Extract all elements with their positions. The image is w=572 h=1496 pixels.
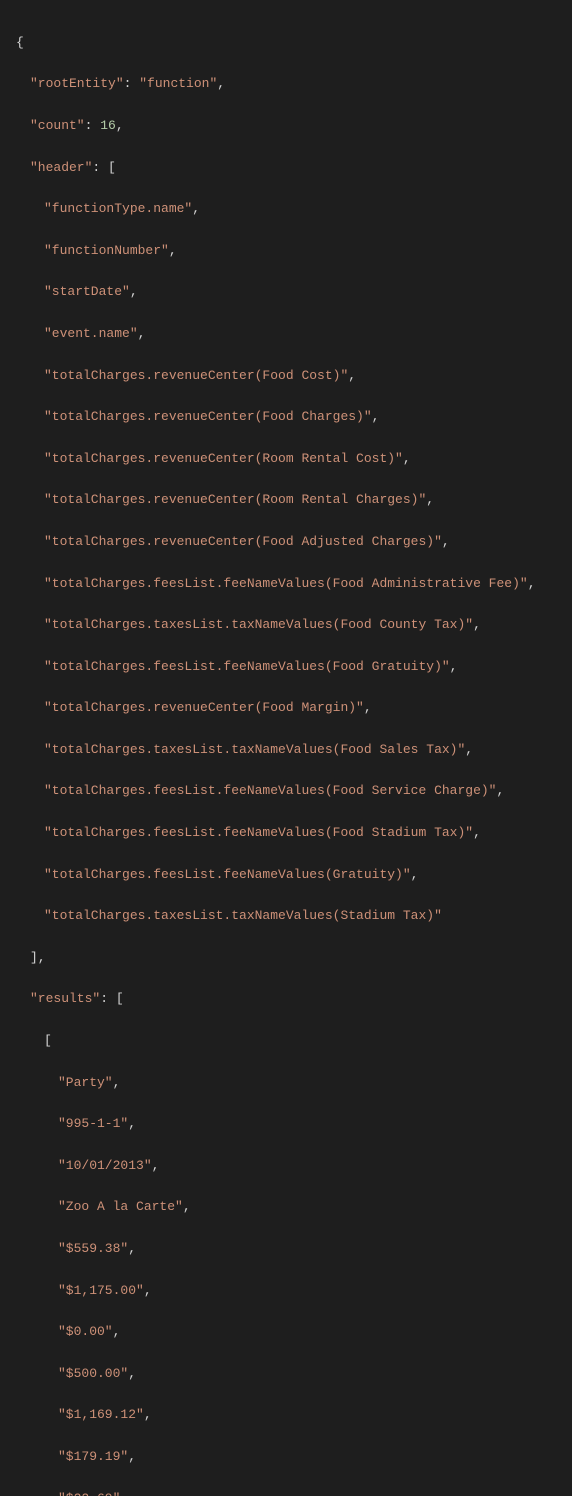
key-rootEntity: "rootEntity" <box>30 76 124 91</box>
header-foodCharges: "totalCharges.revenueCenter(Food Charges… <box>44 409 372 424</box>
r1-number: "995-1-1" <box>58 1116 128 1131</box>
line-h11: "totalCharges.taxesList.taxNameValues(Fo… <box>16 615 556 636</box>
line-h15: "totalCharges.feesList.feeNameValues(Foo… <box>16 781 556 802</box>
header-stadiumTax: "totalCharges.feesList.feeNameValues(Foo… <box>44 825 473 840</box>
line-h13: "totalCharges.revenueCenter(Food Margin)… <box>16 698 556 719</box>
header-functionType: "functionType.name" <box>44 201 192 216</box>
line-r1-2: "995-1-1", <box>16 1114 556 1135</box>
header-stadiumTax2: "totalCharges.taxesList.taxNameValues(St… <box>44 908 442 923</box>
header-countyTax: "totalCharges.taxesList.taxNameValues(Fo… <box>44 617 473 632</box>
header-foodAdjusted: "totalCharges.revenueCenter(Food Adjuste… <box>44 534 442 549</box>
header-roomRentalCost: "totalCharges.revenueCenter(Room Rental … <box>44 451 403 466</box>
line-h12: "totalCharges.feesList.feeNameValues(Foo… <box>16 657 556 678</box>
open-brace: { <box>16 35 24 50</box>
header-serviceCharge: "totalCharges.feesList.feeNameValues(Foo… <box>44 783 496 798</box>
line-row1-open: [ <box>16 1031 556 1052</box>
line-h8: "totalCharges.revenueCenter(Room Rental … <box>16 490 556 511</box>
line-h18: "totalCharges.taxesList.taxNameValues(St… <box>16 906 556 927</box>
line-r1-11: "$22.69", <box>16 1489 556 1496</box>
line-h7: "totalCharges.revenueCenter(Room Rental … <box>16 449 556 470</box>
header-foodMargin: "totalCharges.revenueCenter(Food Margin)… <box>44 700 364 715</box>
header-adminFee: "totalCharges.feesList.feeNameValues(Foo… <box>44 576 528 591</box>
header-gratuity: "totalCharges.feesList.feeNameValues(Gra… <box>44 867 411 882</box>
header-functionNumber: "functionNumber" <box>44 243 169 258</box>
r1-v6: "$179.19" <box>58 1449 128 1464</box>
r1-v2: "$1,175.00" <box>58 1283 144 1298</box>
line-h3: "startDate", <box>16 282 556 303</box>
line-r1-6: "$1,175.00", <box>16 1281 556 1302</box>
line-r1-5: "$559.38", <box>16 1239 556 1260</box>
line-r1-4: "Zoo A la Carte", <box>16 1197 556 1218</box>
header-eventName: "event.name" <box>44 326 138 341</box>
header-foodGratuity: "totalCharges.feesList.feeNameValues(Foo… <box>44 659 450 674</box>
line-h17: "totalCharges.feesList.feeNameValues(Gra… <box>16 865 556 886</box>
r1-v1: "$559.38" <box>58 1241 128 1256</box>
line-r1-1: "Party", <box>16 1073 556 1094</box>
line-r1-10: "$179.19", <box>16 1447 556 1468</box>
line-h14: "totalCharges.taxesList.taxNameValues(Fo… <box>16 740 556 761</box>
r1-date: "10/01/2013" <box>58 1158 152 1173</box>
val-rootEntity: "function" <box>139 76 217 91</box>
line-r1-8: "$500.00", <box>16 1364 556 1385</box>
line-h9: "totalCharges.revenueCenter(Food Adjuste… <box>16 532 556 553</box>
key-header: "header" <box>30 160 92 175</box>
line-results: "results": [ <box>16 989 556 1010</box>
val-count: 16 <box>100 118 116 133</box>
header-roomRentalCharges: "totalCharges.revenueCenter(Room Rental … <box>44 492 426 507</box>
line-count: "count": 16, <box>16 116 556 137</box>
r1-v7: "$22.69" <box>58 1491 120 1496</box>
line-header: "header": [ <box>16 158 556 179</box>
header-startDate: "startDate" <box>44 284 130 299</box>
line-h4: "event.name", <box>16 324 556 345</box>
key-results: "results" <box>30 991 100 1006</box>
line-r1-7: "$0.00", <box>16 1322 556 1343</box>
line-h6: "totalCharges.revenueCenter(Food Charges… <box>16 407 556 428</box>
line-h1: "functionType.name", <box>16 199 556 220</box>
r1-v4: "$500.00" <box>58 1366 128 1381</box>
line-r1-3: "10/01/2013", <box>16 1156 556 1177</box>
r1-type: "Party" <box>58 1075 113 1090</box>
line-root-entity: "rootEntity": "function", <box>16 74 556 95</box>
line-h5: "totalCharges.revenueCenter(Food Cost)", <box>16 366 556 387</box>
r1-event: "Zoo A la Carte" <box>58 1199 183 1214</box>
json-viewer: { "rootEntity": "function", "count": 16,… <box>16 12 556 1496</box>
line-header-close: ], <box>16 948 556 969</box>
line-h10: "totalCharges.feesList.feeNameValues(Foo… <box>16 574 556 595</box>
key-count: "count" <box>30 118 85 133</box>
r1-v3: "$0.00" <box>58 1324 113 1339</box>
r1-v5: "$1,169.12" <box>58 1407 144 1422</box>
line-r1-9: "$1,169.12", <box>16 1405 556 1426</box>
line-h2: "functionNumber", <box>16 241 556 262</box>
header-salesTax: "totalCharges.taxesList.taxNameValues(Fo… <box>44 742 465 757</box>
header-foodCost: "totalCharges.revenueCenter(Food Cost)" <box>44 368 348 383</box>
line-h16: "totalCharges.feesList.feeNameValues(Foo… <box>16 823 556 844</box>
line-0: { <box>16 33 556 54</box>
